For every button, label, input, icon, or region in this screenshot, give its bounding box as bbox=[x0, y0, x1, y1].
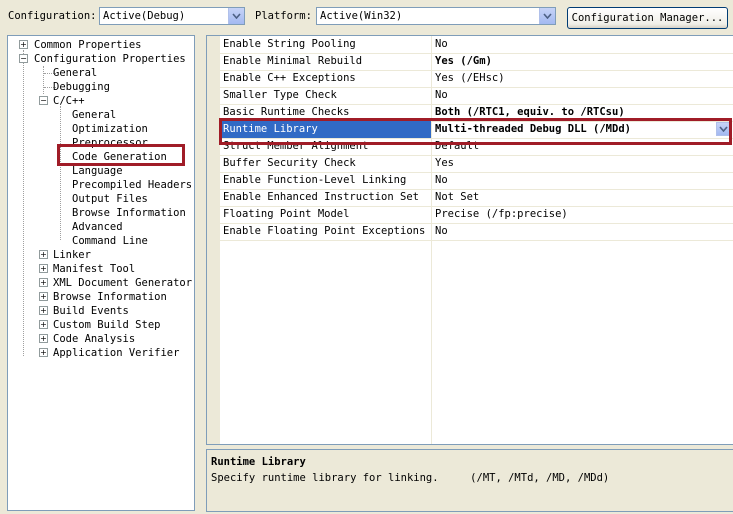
tree-browse-information[interactable]: Browse Information bbox=[53, 290, 167, 304]
property-name: Enable Minimal Rebuild bbox=[223, 55, 363, 67]
property-value: Yes (/Gm) bbox=[435, 55, 492, 67]
expand-icon[interactable]: + bbox=[39, 320, 48, 329]
property-name: Basic Runtime Checks bbox=[223, 106, 350, 118]
highlight-box bbox=[219, 118, 732, 145]
platform-value: Active(Win32) bbox=[320, 10, 403, 22]
tree-code-analysis[interactable]: Code Analysis bbox=[53, 332, 135, 346]
tree-cc-output-files[interactable]: Output Files bbox=[72, 192, 148, 206]
property-row[interactable]: Enable String Pooling No bbox=[220, 36, 733, 54]
property-row[interactable]: Enable C++ Exceptions Yes (/EHsc) bbox=[220, 70, 733, 88]
tree-manifest-tool[interactable]: Manifest Tool bbox=[53, 262, 135, 276]
description-title: Runtime Library bbox=[211, 456, 306, 468]
tree-cc[interactable]: C/C++ bbox=[53, 94, 85, 108]
property-row[interactable]: Smaller Type Check No bbox=[220, 87, 733, 105]
property-value: Not Set bbox=[435, 191, 480, 203]
tree-linker[interactable]: Linker bbox=[53, 248, 91, 262]
tree-cc-language[interactable]: Language bbox=[72, 164, 123, 178]
property-row[interactable]: Floating Point Model Precise (/fp:precise… bbox=[220, 206, 733, 224]
property-row[interactable]: Enable Minimal Rebuild Yes (/Gm) bbox=[220, 53, 733, 71]
property-value: No bbox=[435, 38, 448, 50]
property-name: Enable String Pooling bbox=[223, 38, 356, 50]
tree-configuration-properties[interactable]: Configuration Properties bbox=[34, 52, 186, 66]
property-value: No bbox=[435, 225, 448, 237]
property-name: Buffer Security Check bbox=[223, 157, 356, 169]
tree-build-events[interactable]: Build Events bbox=[53, 304, 129, 318]
description-text: Specify runtime library for linking. (/M… bbox=[211, 472, 610, 484]
expand-icon[interactable]: + bbox=[39, 264, 48, 273]
collapse-icon[interactable]: − bbox=[19, 54, 28, 63]
tree-cc-precompiled-headers[interactable]: Precompiled Headers bbox=[72, 178, 192, 192]
configuration-value: Active(Debug) bbox=[103, 10, 186, 22]
tree-cc-general[interactable]: General bbox=[72, 108, 116, 122]
tree-common-properties[interactable]: Common Properties bbox=[34, 38, 141, 52]
highlight-box bbox=[57, 144, 185, 166]
expand-icon[interactable]: + bbox=[39, 306, 48, 315]
property-value: Yes (/EHsc) bbox=[435, 72, 505, 84]
property-value: No bbox=[435, 89, 448, 101]
platform-dropdown[interactable]: Active(Win32) bbox=[316, 7, 556, 25]
expand-icon[interactable]: + bbox=[39, 348, 48, 357]
property-grid[interactable]: Enable String Pooling No Enable Minimal Re… bbox=[206, 35, 733, 445]
configuration-dropdown[interactable]: Active(Debug) bbox=[99, 7, 245, 25]
tree-general[interactable]: General bbox=[53, 66, 97, 80]
property-value: No bbox=[435, 174, 448, 186]
tree-xml-document-generator[interactable]: XML Document Generator bbox=[53, 276, 192, 290]
property-name: Enable Floating Point Exceptions bbox=[223, 225, 426, 237]
expand-icon[interactable]: + bbox=[39, 250, 48, 259]
tree-cc-command-line[interactable]: Command Line bbox=[72, 234, 148, 248]
property-name: Enable C++ Exceptions bbox=[223, 72, 356, 84]
property-row[interactable]: Buffer Security Check Yes bbox=[220, 155, 733, 173]
grid-gutter bbox=[207, 36, 220, 444]
expand-icon[interactable]: + bbox=[39, 334, 48, 343]
tree-custom-build-step[interactable]: Custom Build Step bbox=[53, 318, 160, 332]
collapse-icon[interactable]: − bbox=[39, 96, 48, 105]
property-tree[interactable]: + Common Properties − Configuration Prop… bbox=[7, 35, 195, 511]
property-name: Enable Function-Level Linking bbox=[223, 174, 407, 186]
configuration-manager-button[interactable]: Configuration Manager... bbox=[567, 7, 728, 29]
expand-icon[interactable]: + bbox=[39, 278, 48, 287]
chevron-down-icon[interactable] bbox=[228, 8, 244, 24]
property-row[interactable]: Enable Function-Level Linking No bbox=[220, 172, 733, 190]
property-row[interactable]: Enable Floating Point Exceptions No bbox=[220, 223, 733, 241]
tree-debugging[interactable]: Debugging bbox=[53, 80, 110, 94]
property-name: Floating Point Model bbox=[223, 208, 350, 220]
description-pane: Runtime Library Specify runtime library … bbox=[206, 449, 733, 512]
property-name: Smaller Type Check bbox=[223, 89, 337, 101]
tree-application-verifier[interactable]: Application Verifier bbox=[53, 346, 179, 360]
chevron-down-icon[interactable] bbox=[539, 8, 555, 24]
property-value: Precise (/fp:precise) bbox=[435, 208, 568, 220]
configuration-label: Configuration: bbox=[8, 10, 97, 22]
tree-cc-advanced[interactable]: Advanced bbox=[72, 220, 123, 234]
property-value: Both (/RTC1, equiv. to /RTCsu) bbox=[435, 106, 625, 118]
expand-icon[interactable]: + bbox=[19, 40, 28, 49]
property-value: Yes bbox=[435, 157, 454, 169]
property-row[interactable]: Enable Enhanced Instruction Set Not Set bbox=[220, 189, 733, 207]
property-name: Enable Enhanced Instruction Set bbox=[223, 191, 419, 203]
tree-cc-optimization[interactable]: Optimization bbox=[72, 122, 148, 136]
expand-icon[interactable]: + bbox=[39, 292, 48, 301]
platform-label: Platform: bbox=[255, 10, 312, 22]
tree-cc-browse-information[interactable]: Browse Information bbox=[72, 206, 186, 220]
